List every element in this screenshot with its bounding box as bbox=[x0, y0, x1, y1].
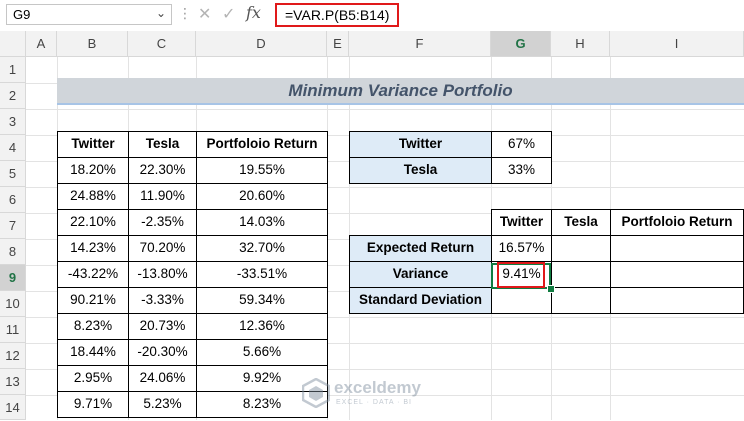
table-cell[interactable]: 20.60% bbox=[196, 183, 328, 210]
table-cell[interactable]: 8.23% bbox=[57, 313, 129, 340]
row-header-4[interactable]: 4 bbox=[0, 135, 26, 161]
table-cell[interactable]: 14.03% bbox=[196, 209, 328, 236]
weight-value-tesla[interactable]: 33% bbox=[491, 157, 552, 184]
column-header-d[interactable]: D bbox=[196, 31, 327, 57]
row-header-1[interactable]: 1 bbox=[0, 57, 26, 83]
table-cell[interactable]: -33.51% bbox=[196, 261, 328, 288]
column-header-c[interactable]: C bbox=[128, 31, 196, 57]
column-header-f[interactable]: F bbox=[349, 31, 491, 57]
stats-header-twitter[interactable]: Twitter bbox=[491, 209, 552, 236]
table-cell[interactable]: -43.22% bbox=[57, 261, 129, 288]
table-cell[interactable]: 19.55% bbox=[196, 157, 328, 184]
table-cell[interactable]: 18.44% bbox=[57, 339, 129, 366]
table-cell[interactable]: 22.10% bbox=[57, 209, 129, 236]
table-cell[interactable] bbox=[551, 235, 611, 262]
row-header-3[interactable]: 3 bbox=[0, 109, 26, 135]
stats-label-standard-deviation[interactable]: Standard Deviation bbox=[349, 287, 492, 314]
row-header-11[interactable]: 11 bbox=[0, 317, 26, 343]
table-cell[interactable] bbox=[551, 287, 611, 314]
table-cell[interactable]: 9.41% bbox=[491, 261, 552, 288]
row-header-2[interactable]: 2 bbox=[0, 83, 26, 109]
name-box-value: G9 bbox=[13, 7, 31, 22]
table-cell[interactable]: 2.95% bbox=[57, 365, 129, 392]
row-header-13[interactable]: 13 bbox=[0, 369, 26, 395]
fill-handle[interactable] bbox=[547, 285, 555, 293]
watermark-tagline: EXCEL · DATA · BI bbox=[336, 399, 412, 406]
table-cell[interactable] bbox=[610, 287, 744, 314]
table-cell[interactable]: 12.36% bbox=[196, 313, 328, 340]
table-cell[interactable]: 18.20% bbox=[57, 157, 129, 184]
table-cell[interactable]: 11.90% bbox=[128, 183, 197, 210]
column-header-i[interactable]: I bbox=[610, 31, 744, 57]
table-cell[interactable]: 32.70% bbox=[196, 235, 328, 262]
row-header-6[interactable]: 6 bbox=[0, 187, 26, 213]
weight-value-twitter[interactable]: 67% bbox=[491, 131, 552, 158]
stats-header-tesla[interactable]: Tesla bbox=[551, 209, 611, 236]
fx-icon[interactable]: fx bbox=[246, 3, 261, 22]
table-cell[interactable]: 24.06% bbox=[128, 365, 197, 392]
table-cell[interactable] bbox=[551, 261, 611, 288]
row-header-5[interactable]: 5 bbox=[0, 161, 26, 187]
table-cell[interactable]: 20.73% bbox=[128, 313, 197, 340]
table-cell[interactable]: 5.23% bbox=[128, 391, 197, 418]
row-header-9[interactable]: 9 bbox=[0, 265, 26, 291]
check-icon[interactable]: ✓ bbox=[222, 4, 235, 24]
table-cell[interactable]: 24.88% bbox=[57, 183, 129, 210]
table-cell[interactable]: -13.80% bbox=[128, 261, 197, 288]
column-header-a[interactable]: A bbox=[26, 31, 57, 57]
row-header-10[interactable]: 10 bbox=[0, 291, 26, 317]
returns-header-tesla[interactable]: Tesla bbox=[128, 131, 197, 158]
column-header-b[interactable]: B bbox=[57, 31, 128, 57]
returns-header-twitter[interactable]: Twitter bbox=[57, 131, 129, 158]
column-header-h[interactable]: H bbox=[551, 31, 610, 57]
watermark: exceldemy EXCEL · DATA · BI bbox=[300, 374, 470, 414]
table-cell[interactable]: 90.21% bbox=[57, 287, 129, 314]
column-header-g[interactable]: G bbox=[491, 31, 551, 57]
table-cell[interactable]: 14.23% bbox=[57, 235, 129, 262]
exceldemy-logo-icon bbox=[302, 378, 330, 408]
table-cell[interactable]: 70.20% bbox=[128, 235, 197, 262]
table-cell[interactable] bbox=[610, 235, 744, 262]
row-header-12[interactable]: 12 bbox=[0, 343, 26, 369]
table-cell[interactable]: 22.30% bbox=[128, 157, 197, 184]
stats-header-portfolio[interactable]: Portfoloio Return bbox=[610, 209, 744, 236]
table-cell[interactable]: 16.57% bbox=[491, 235, 552, 262]
table-cell[interactable]: -20.30% bbox=[128, 339, 197, 366]
returns-header-portfolio[interactable]: Portfoloio Return bbox=[196, 131, 328, 158]
weight-label-twitter[interactable]: Twitter bbox=[349, 131, 492, 158]
more-dots-icon: ⋮ bbox=[178, 5, 192, 21]
stats-label-expected-return[interactable]: Expected Return bbox=[349, 235, 492, 262]
column-header-e[interactable]: E bbox=[327, 31, 349, 57]
formula-bar: G9 ⌄ ⋮ ✕ ✓ fx =VAR.P(B5:B14) bbox=[0, 0, 744, 32]
table-cell[interactable] bbox=[610, 261, 744, 288]
table-cell[interactable]: -3.33% bbox=[128, 287, 197, 314]
row-header-14[interactable]: 14 bbox=[0, 395, 26, 420]
table-cell[interactable]: 9.71% bbox=[57, 391, 129, 418]
row-header-8[interactable]: 8 bbox=[0, 239, 26, 265]
formula-input[interactable]: =VAR.P(B5:B14) bbox=[275, 3, 400, 27]
chevron-down-icon[interactable]: ⌄ bbox=[156, 6, 166, 20]
weight-label-tesla[interactable]: Tesla bbox=[349, 157, 492, 184]
watermark-name: exceldemy bbox=[334, 378, 421, 397]
row-header-7[interactable]: 7 bbox=[0, 213, 26, 239]
table-cell[interactable]: 59.34% bbox=[196, 287, 328, 314]
cancel-icon[interactable]: ✕ bbox=[198, 4, 211, 24]
stats-label-variance[interactable]: Variance bbox=[349, 261, 492, 288]
table-cell[interactable]: -2.35% bbox=[128, 209, 197, 236]
select-all-corner[interactable] bbox=[0, 31, 26, 57]
page-title: Minimum Variance Portfolio bbox=[57, 78, 744, 105]
table-cell[interactable] bbox=[491, 287, 552, 314]
table-cell[interactable]: 5.66% bbox=[196, 339, 328, 366]
name-box[interactable]: G9 ⌄ bbox=[6, 4, 172, 25]
